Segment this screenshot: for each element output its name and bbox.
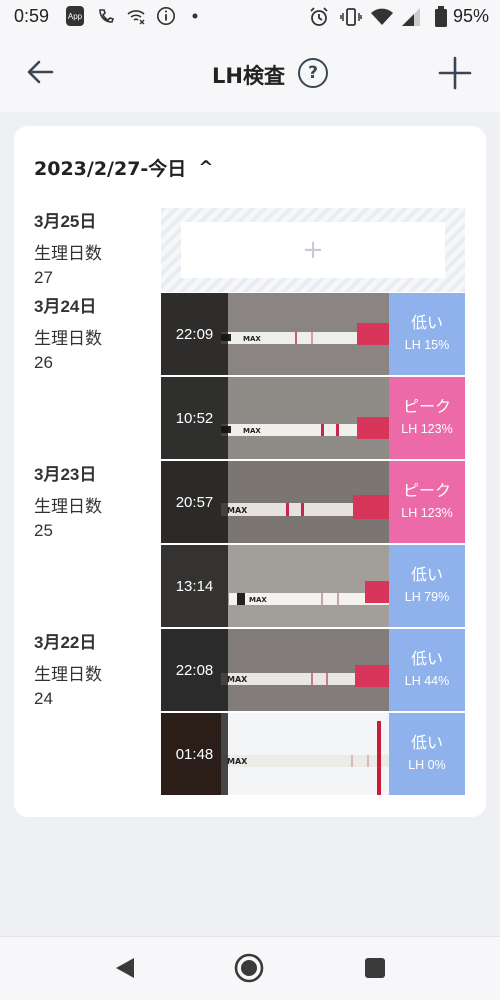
alarm-icon bbox=[310, 7, 328, 26]
test-time: 20:57 bbox=[161, 461, 228, 543]
wifi-icon bbox=[371, 8, 393, 25]
test-row[interactable]: MAX 13:14 低い LH 79% bbox=[161, 545, 465, 627]
day-label: 3月24日 生理日数 26 bbox=[34, 296, 102, 374]
result-level: ピーク bbox=[402, 483, 451, 500]
date-range-toggle[interactable]: 2023/2/27-今日 ^ bbox=[34, 154, 213, 181]
more-notifications-dot-icon bbox=[192, 13, 198, 19]
info-icon bbox=[157, 7, 175, 25]
svg-text:MAX: MAX bbox=[243, 427, 261, 435]
svg-text:MAX: MAX bbox=[227, 757, 248, 766]
result-badge: 低い LH 79% bbox=[389, 545, 465, 627]
chevron-up-icon: ^ bbox=[198, 157, 214, 178]
result-badge: ピーク LH 123% bbox=[389, 377, 465, 459]
day-date: 3月24日 bbox=[34, 297, 97, 316]
result-lh: LH 15% bbox=[404, 338, 450, 352]
battery-icon bbox=[435, 6, 447, 27]
result-level: 低い bbox=[410, 735, 443, 752]
svg-text:MAX: MAX bbox=[227, 675, 248, 684]
cycle-day: 24 bbox=[34, 689, 53, 708]
cycle-label: 生理日数 bbox=[34, 665, 102, 684]
svg-text:MAX: MAX bbox=[249, 596, 267, 604]
app-notification-icon: App bbox=[66, 6, 84, 26]
result-lh: LH 79% bbox=[404, 590, 450, 604]
cycle-day: 26 bbox=[34, 353, 53, 372]
result-level: ピーク bbox=[402, 399, 451, 416]
add-test-button[interactable] bbox=[438, 56, 472, 90]
result-level: 低い bbox=[410, 567, 443, 584]
result-lh: LH 123% bbox=[401, 422, 453, 436]
result-lh: LH 44% bbox=[404, 674, 450, 688]
cycle-day: 27 bbox=[34, 268, 53, 287]
nav-back-button[interactable] bbox=[112, 955, 136, 981]
test-row[interactable]: MAX 01:48 低い LH 0% bbox=[161, 713, 465, 795]
status-time: 0:59 bbox=[14, 6, 50, 26]
svg-text:MAX: MAX bbox=[227, 506, 248, 515]
day-label: 3月25日 生理日数 27 bbox=[34, 211, 102, 289]
cycle-label: 生理日数 bbox=[34, 329, 102, 348]
result-badge: ピーク LH 123% bbox=[389, 461, 465, 543]
page-title: LH検査 bbox=[212, 64, 285, 88]
add-test-photo-button[interactable]: + bbox=[181, 222, 445, 278]
test-row[interactable]: MAX 22:08 低い LH 44% bbox=[161, 629, 465, 711]
app-badge-label: App bbox=[67, 11, 83, 21]
test-time: 01:48 bbox=[161, 713, 228, 795]
test-time: 10:52 bbox=[161, 377, 228, 459]
cycle-label: 生理日数 bbox=[34, 244, 102, 263]
question-circle-icon: ? bbox=[308, 63, 318, 83]
test-time: 22:08 bbox=[161, 629, 228, 711]
test-time: 22:09 bbox=[161, 293, 228, 375]
cycle-day: 25 bbox=[34, 521, 53, 540]
battery-percent: 95% bbox=[453, 6, 490, 26]
cycle-label: 生理日数 bbox=[34, 497, 102, 516]
day-label: 3月23日 生理日数 25 bbox=[34, 464, 102, 542]
wifi-off-icon bbox=[127, 10, 145, 25]
result-level: 低い bbox=[410, 651, 443, 668]
test-row[interactable]: MAX 10:52 ピーク LH 123% bbox=[161, 377, 465, 459]
result-badge: 低い LH 0% bbox=[389, 713, 465, 795]
back-button[interactable] bbox=[24, 56, 56, 88]
day-date: 3月25日 bbox=[34, 212, 97, 231]
result-badge: 低い LH 44% bbox=[389, 629, 465, 711]
result-level: 低い bbox=[410, 315, 443, 332]
plus-icon: + bbox=[302, 235, 324, 265]
day-date: 3月23日 bbox=[34, 465, 97, 484]
result-lh: LH 0% bbox=[408, 758, 446, 772]
nav-recents-button[interactable] bbox=[364, 957, 386, 979]
result-lh: LH 123% bbox=[401, 506, 453, 520]
cell-signal-icon bbox=[402, 8, 420, 26]
date-range-label: 2023/2/27-今日 bbox=[34, 158, 187, 180]
test-row[interactable]: MAX 22:09 低い LH 15% bbox=[161, 293, 465, 375]
add-test-slot: + bbox=[161, 208, 465, 292]
test-time: 13:14 bbox=[161, 545, 228, 627]
call-forward-icon bbox=[99, 9, 115, 23]
app-header: LH検査 ? bbox=[0, 34, 500, 112]
status-bar: 0:59 App 95% bbox=[0, 0, 500, 34]
system-nav-bar bbox=[0, 936, 500, 1000]
svg-text:MAX: MAX bbox=[243, 335, 261, 343]
day-label: 3月22日 生理日数 24 bbox=[34, 632, 102, 710]
vibrate-icon bbox=[340, 8, 362, 26]
day-date: 3月22日 bbox=[34, 633, 97, 652]
test-row[interactable]: MAX 20:57 ピーク LH 123% bbox=[161, 461, 465, 543]
result-badge: 低い LH 15% bbox=[389, 293, 465, 375]
nav-home-button[interactable] bbox=[233, 952, 265, 984]
help-button[interactable]: ? bbox=[298, 58, 328, 88]
